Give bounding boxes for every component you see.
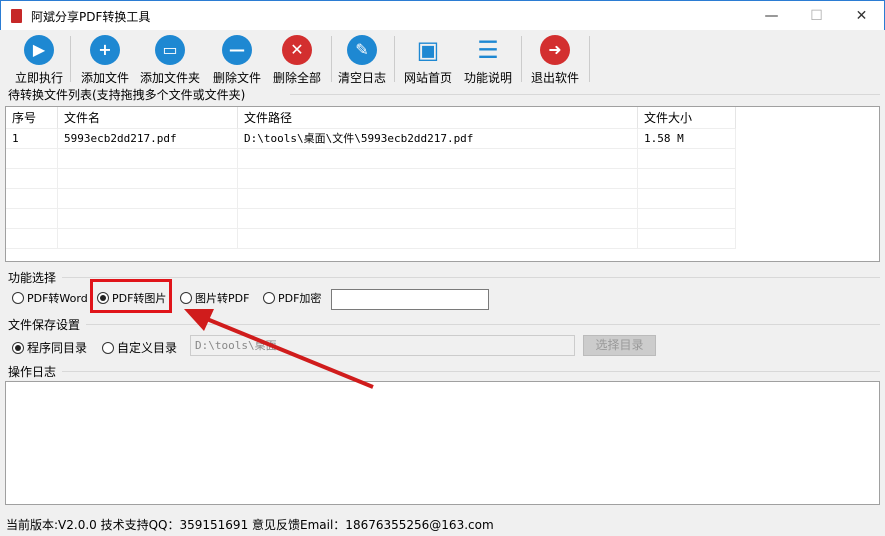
toolbar-button-label: 立即执行	[14, 71, 63, 85]
empty-cell	[6, 169, 58, 189]
toolbar-button-label: 功能说明	[463, 71, 512, 85]
toolbar-button-label: 退出软件	[530, 71, 579, 85]
toolbar-button-folder[interactable]: ▭ 添加文件夹	[134, 32, 206, 85]
close-circle-icon: ✕	[282, 35, 312, 65]
radio-icon	[180, 292, 192, 304]
radio-label: 程序同目录	[27, 341, 88, 355]
radio-image-to-pdf[interactable]: 图片转PDF	[180, 290, 249, 306]
cell-index: 1	[6, 129, 58, 149]
close-button[interactable]: ✕	[839, 1, 884, 31]
table-row[interactable]: 1 5993ecb2dd217.pdf D:\tools\桌面\文件\5993e…	[6, 129, 879, 149]
toolbar-button-label: 清空日志	[337, 71, 386, 85]
empty-cell	[238, 169, 638, 189]
play-icon: ▶	[24, 35, 54, 65]
choose-directory-button[interactable]: 选择目录	[583, 335, 656, 356]
save-title: 文件保存设置	[8, 318, 81, 332]
empty-cell	[638, 169, 736, 189]
toolbar-button-label: 删除全部	[272, 71, 321, 85]
log-title: 操作日志	[8, 365, 57, 379]
radio-icon	[263, 292, 275, 304]
empty-cell	[58, 169, 238, 189]
toolbar-separator	[70, 36, 71, 82]
empty-cell	[6, 229, 58, 249]
toolbar-button-exit[interactable]: ➜ 退出软件	[519, 32, 591, 85]
toolbar-button-label: 添加文件	[80, 71, 129, 85]
toolbar-button-close-circle[interactable]: ✕ 删除全部	[261, 32, 333, 85]
toolbar-button-play[interactable]: ▶ 立即执行	[3, 32, 75, 85]
maximize-button[interactable]: ☐	[794, 1, 839, 31]
window-title: 阿斌分享PDF转换工具	[31, 10, 151, 24]
status-bar: 当前版本:V2.0.0 技术支持QQ：359151691 意见反馈Email：1…	[6, 518, 494, 532]
radio-icon	[12, 292, 24, 304]
empty-cell	[58, 229, 238, 249]
radio-label: 自定义目录	[117, 341, 178, 355]
radio-same-dir[interactable]: 程序同目录	[12, 339, 87, 356]
empty-cell	[6, 189, 58, 209]
broom-icon: ✎	[347, 35, 377, 65]
radio-pdf-encrypt[interactable]: PDF加密	[263, 290, 321, 306]
radio-custom-dir[interactable]: 自定义目录	[102, 339, 177, 356]
empty-cell	[58, 209, 238, 229]
divider	[290, 94, 880, 95]
radio-label: PDF转Word	[27, 292, 88, 305]
empty-cell	[638, 189, 736, 209]
app-icon	[11, 9, 22, 23]
function-title: 功能选择	[8, 271, 57, 285]
empty-cell	[6, 149, 58, 169]
radio-icon	[102, 342, 114, 354]
empty-cell	[58, 189, 238, 209]
column-header-size[interactable]: 文件大小	[638, 107, 736, 129]
empty-cell	[238, 189, 638, 209]
cell-path: D:\tools\桌面\文件\5993ecb2dd217.pdf	[238, 129, 638, 149]
minimize-button[interactable]: —	[749, 1, 794, 31]
radio-selected-icon	[12, 342, 24, 354]
toolbar-button-broom[interactable]: ✎ 清空日志	[326, 32, 398, 85]
column-header-path[interactable]: 文件路径	[238, 107, 638, 129]
radio-label: 图片转PDF	[195, 292, 250, 305]
radio-pdf-to-word[interactable]: PDF转Word	[12, 290, 88, 306]
title-bar: 阿斌分享PDF转换工具 — ☐ ✕	[0, 0, 885, 30]
exit-icon: ➜	[540, 35, 570, 65]
cell-name: 5993ecb2dd217.pdf	[58, 129, 238, 149]
document-icon: ☰	[477, 36, 499, 64]
empty-cell	[238, 229, 638, 249]
empty-cell	[58, 149, 238, 169]
column-header-name[interactable]: 文件名	[58, 107, 238, 129]
monitor-icon: ▣	[416, 36, 440, 64]
highlight-box	[90, 279, 172, 313]
file-table[interactable]: 序号 文件名 文件路径 文件大小 1 5993ecb2dd217.pdf D:\…	[5, 106, 880, 262]
folder-icon: ▭	[155, 35, 185, 65]
empty-cell	[6, 209, 58, 229]
toolbar-button-label: 添加文件夹	[139, 71, 200, 85]
empty-cell	[638, 209, 736, 229]
minus-icon: —	[222, 35, 252, 65]
toolbar-button-plus[interactable]: + 添加文件	[69, 32, 141, 85]
radio-label: PDF加密	[278, 292, 322, 305]
empty-cell	[638, 229, 736, 249]
plus-icon: +	[90, 35, 120, 65]
cell-size: 1.58 M	[638, 129, 736, 149]
log-textarea[interactable]	[5, 381, 880, 505]
toolbar-separator	[331, 36, 332, 82]
toolbar-button-document[interactable]: ☰ 功能说明	[452, 32, 524, 85]
toolbar-separator	[394, 36, 395, 82]
empty-cell	[238, 149, 638, 169]
column-header-index[interactable]: 序号	[6, 107, 58, 129]
red-arrow-annotation	[184, 309, 374, 389]
divider	[62, 277, 880, 278]
file-list-title: 待转换文件列表(支持拖拽多个文件或文件夹)	[8, 88, 246, 102]
toolbar-separator	[589, 36, 590, 82]
empty-cell	[238, 209, 638, 229]
empty-cell	[638, 149, 736, 169]
toolbar-separator	[521, 36, 522, 82]
